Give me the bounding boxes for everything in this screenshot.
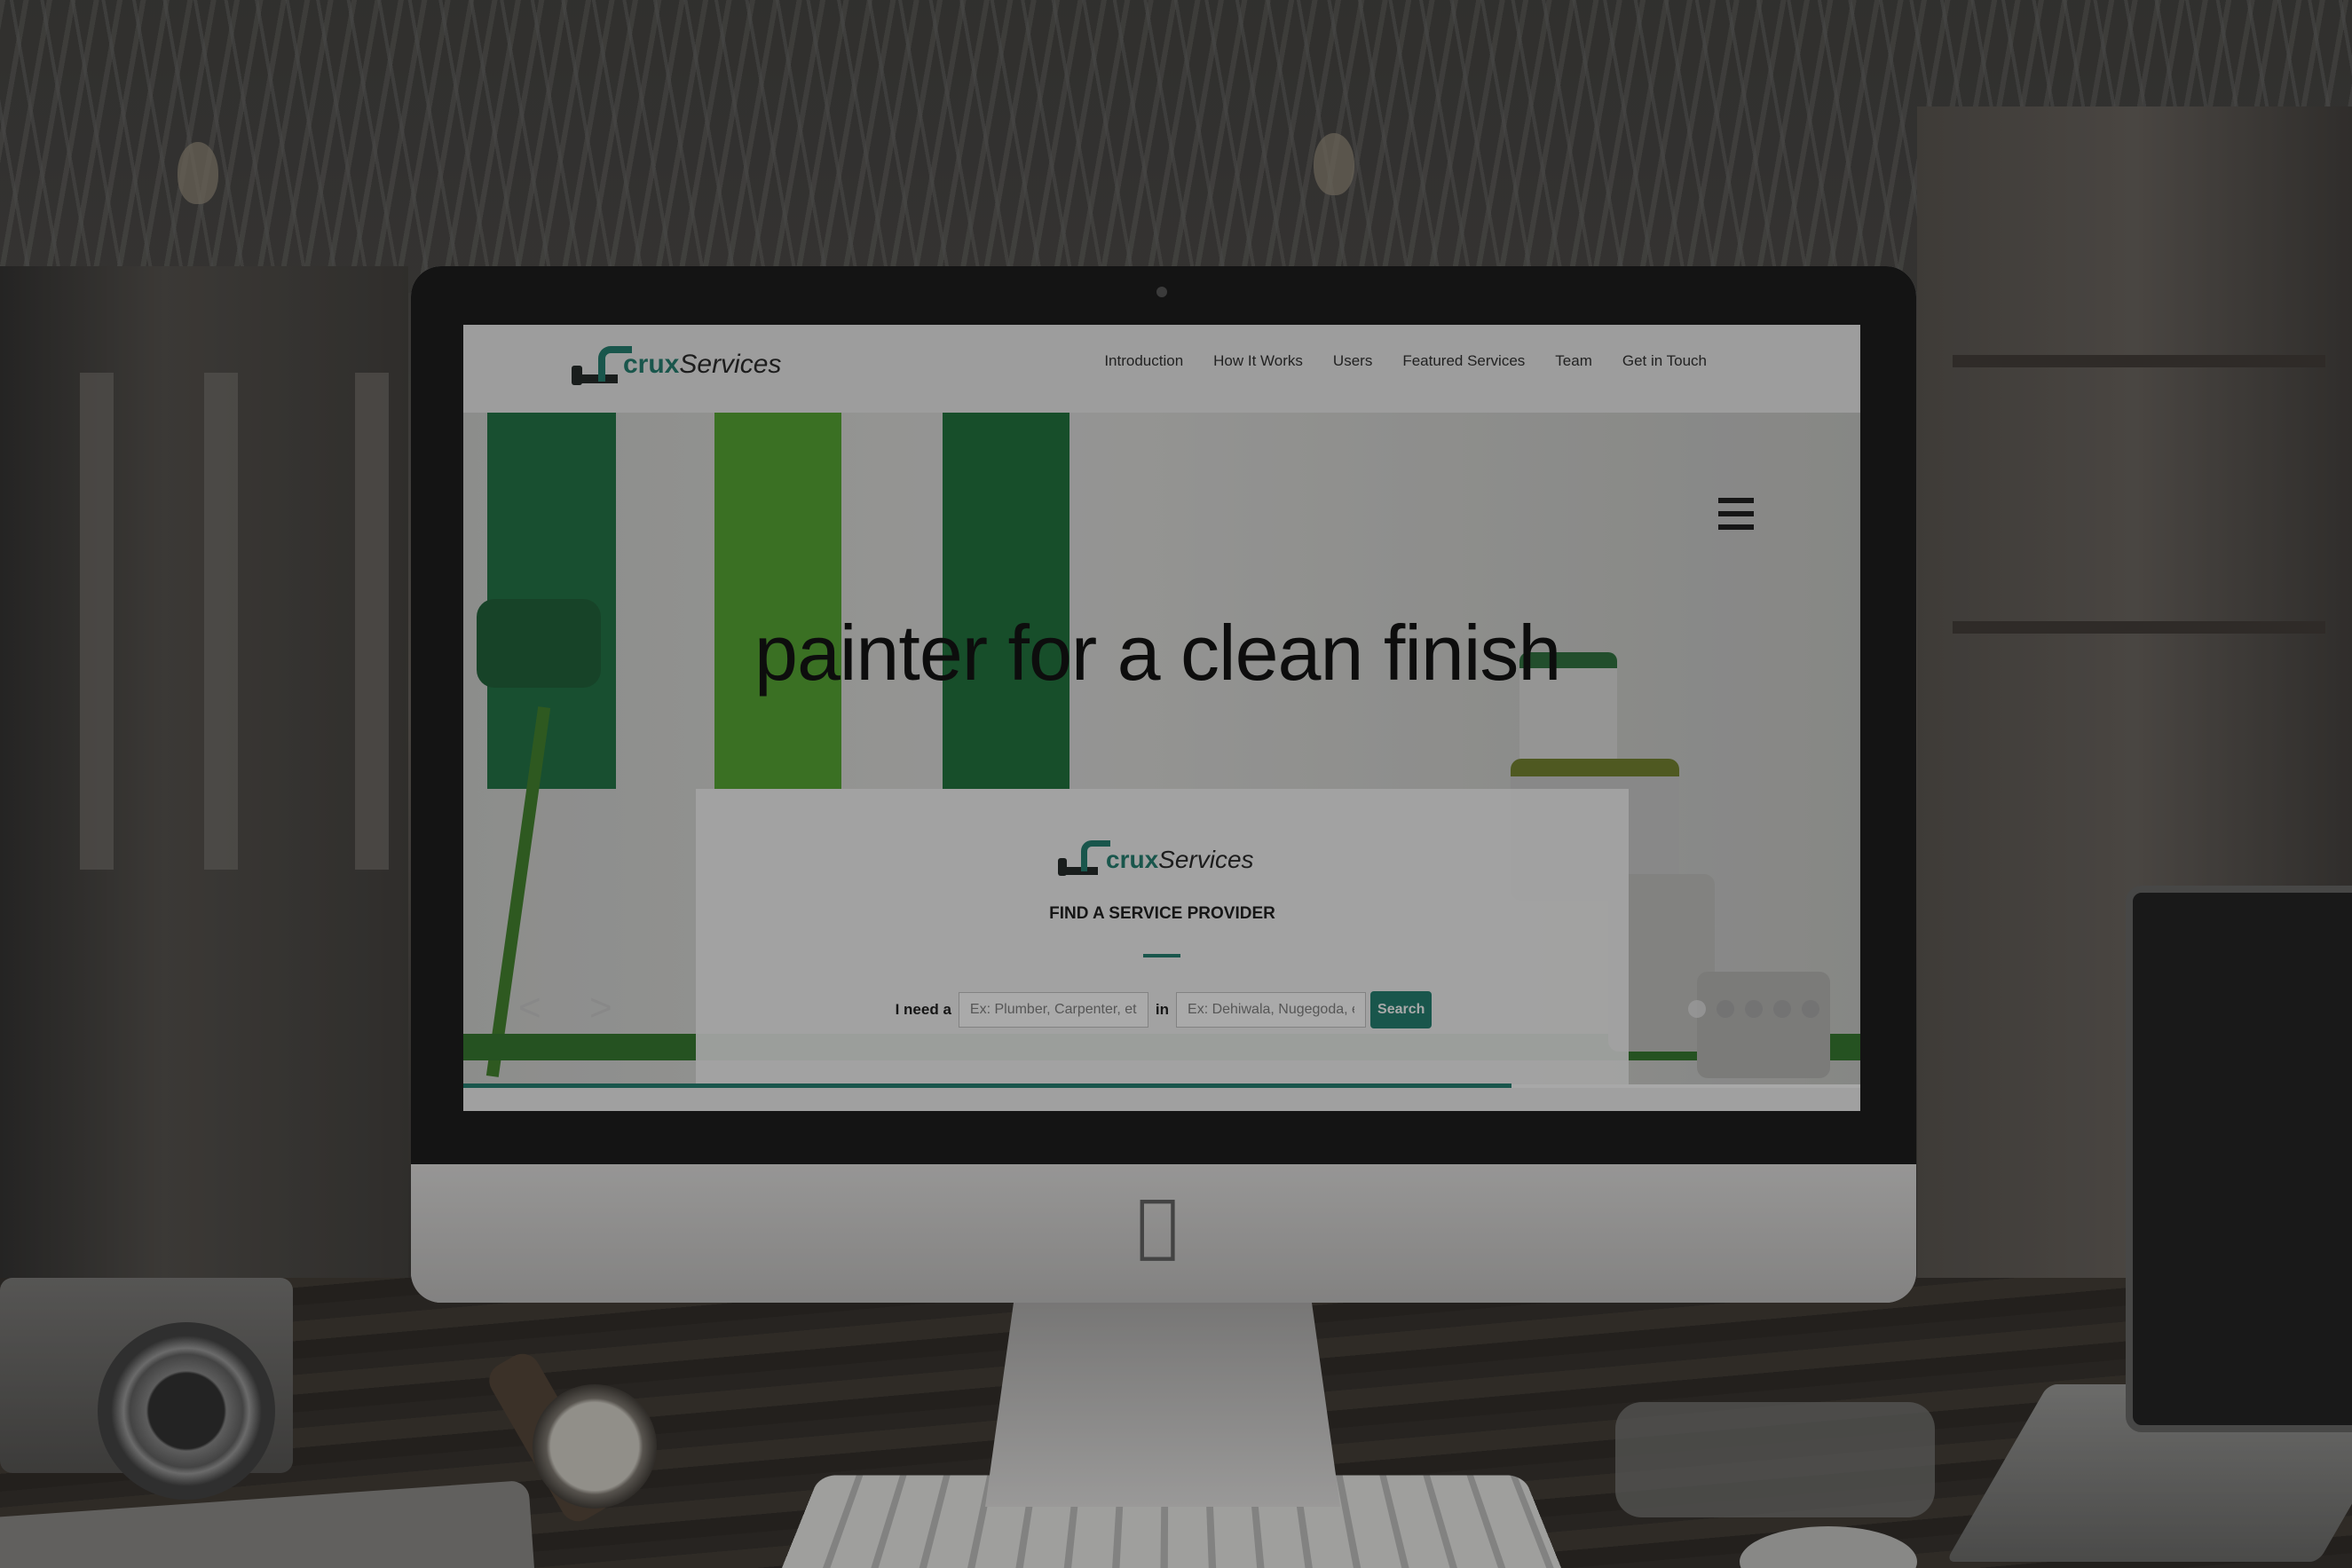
search-card: cruxServices FIND A SERVICE PROVIDER I n… [696,789,1629,1084]
site-logo[interactable]: cruxServices [570,330,801,406]
slide-dot[interactable] [1773,1000,1791,1018]
window [355,373,389,870]
website-screen: cruxServices Introduction How It Works U… [463,325,1860,1111]
window [80,373,114,870]
apple-logo-icon:  [1126,1189,1188,1262]
card-logo-services: Services [1158,846,1254,873]
heading-divider [1143,954,1180,957]
navbar: cruxServices Introduction How It Works U… [463,325,1860,413]
card-logo: cruxServices [1058,835,1271,888]
shelf [1953,355,2325,367]
main-nav: Introduction How It Works Users Featured… [1089,348,1722,374]
next-slide-arrow[interactable]: > [589,986,612,1030]
slide-dot[interactable] [1688,1000,1706,1018]
need-label: I need a [895,1001,951,1018]
window [204,373,238,870]
laptop-screen [2126,886,2352,1432]
wristwatch [533,1384,657,1509]
shelf [1953,621,2325,634]
monitor-stand [985,1303,1340,1507]
prev-slide-arrow[interactable]: < [518,986,541,1030]
pendant-lamp [1314,133,1354,195]
slide-dot[interactable] [1745,1000,1763,1018]
slide-indicators [1688,1000,1819,1018]
webcam [1156,287,1167,297]
paint-stripe [714,413,841,789]
search-form: I need a in Search [696,991,1629,1028]
logo-crux: crux [623,350,680,379]
slide-dot[interactable] [1717,1000,1734,1018]
hero-slider: painter for a clean finish < > cruxServi… [463,413,1860,1084]
nav-get-in-touch[interactable]: Get in Touch [1607,348,1722,374]
nav-how-it-works[interactable]: How It Works [1198,348,1318,374]
in-label: in [1155,1001,1170,1018]
card-heading: FIND A SERVICE PROVIDER [1049,904,1275,923]
paint-stripe [943,413,1069,789]
card-logo-crux: crux [1106,846,1159,873]
logo-services: Services [679,350,782,379]
nav-team[interactable]: Team [1540,348,1607,374]
card-logo-text: cruxServices [1106,846,1254,874]
logo-text: cruxServices [623,350,781,380]
camera-lens [98,1322,275,1500]
hamburger-icon[interactable] [1718,498,1754,530]
earphones [1615,1402,1935,1517]
nav-introduction[interactable]: Introduction [1089,348,1198,374]
screen-footer-strip [463,1088,1860,1111]
service-input[interactable] [958,992,1148,1028]
slide-dot[interactable] [1802,1000,1819,1018]
location-input[interactable] [1176,992,1367,1028]
pendant-lamp [178,142,218,204]
paint-roller [477,599,601,688]
search-button[interactable]: Search [1370,991,1433,1028]
logo-mark-icon [572,344,632,385]
hero-headline: painter for a clean finish [754,609,1561,697]
nav-users[interactable]: Users [1318,348,1387,374]
logo-mark-icon [1058,840,1110,879]
nav-featured-services[interactable]: Featured Services [1387,348,1540,374]
